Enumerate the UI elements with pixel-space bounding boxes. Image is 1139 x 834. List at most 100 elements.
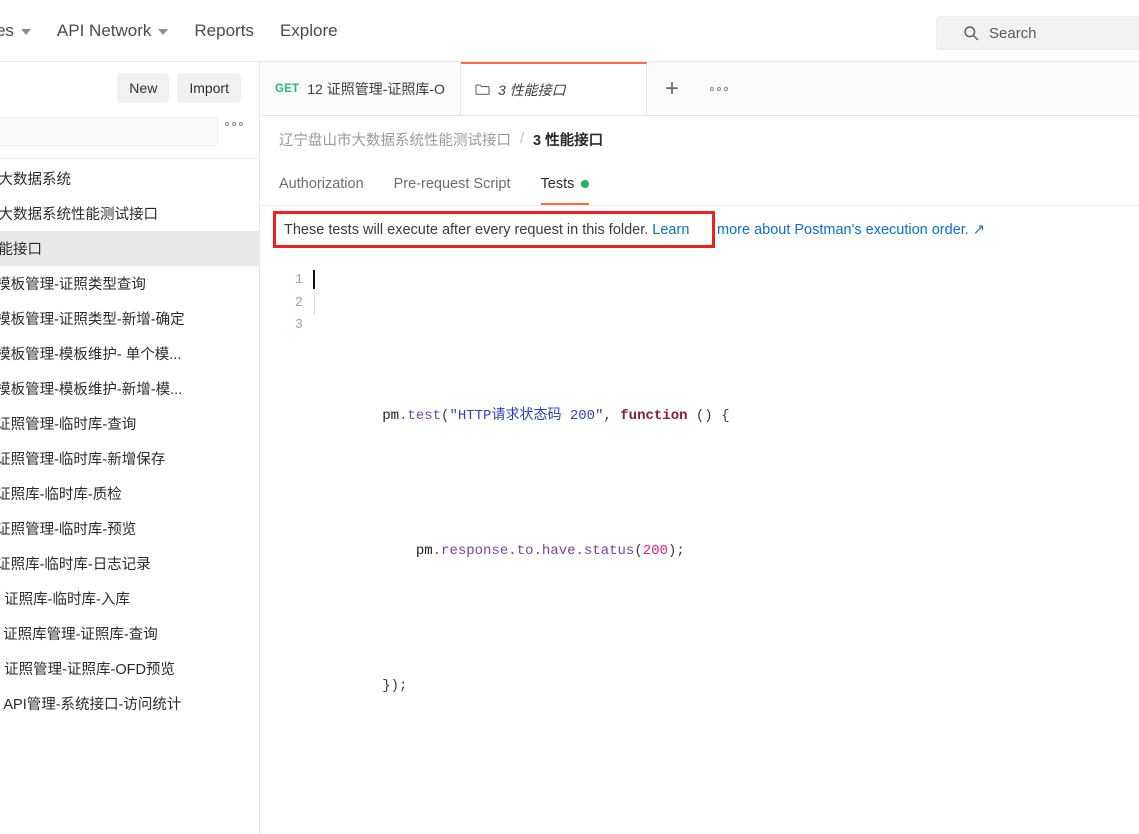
search-placeholder: Search — [989, 24, 1037, 42]
sidebar-item-label: 12 证照管理-证照库-OFD预览 — [0, 662, 175, 678]
main-content-area: GET 12 证照管理-证照库-OFD预 3 性能接口 + 辽宁盘山市大数据系统… — [261, 62, 1139, 834]
line-number: 1 — [294, 273, 303, 288]
code-token: .status — [575, 543, 635, 559]
code-token: () { — [687, 408, 730, 424]
sidebar-search-row — [0, 114, 259, 152]
nav-item-reports[interactable]: Reports — [194, 21, 254, 41]
nav-item-api-network[interactable]: API Network — [56, 20, 169, 41]
tab-tests-label: Tests — [540, 176, 575, 192]
nav-label-workspaces: aces — [0, 20, 14, 40]
new-tab-plus-icon[interactable]: + — [647, 62, 697, 115]
sidebar-item-4[interactable]: 2 模板管理-证照类型-新增-确定 — [0, 301, 259, 336]
editor-code-content[interactable]: pm.test("HTTP请求状态码 200", function () { p… — [313, 262, 1139, 834]
folder-sub-tabs: Authorization Pre-request Script Tests — [261, 162, 1139, 206]
sidebar-item-1[interactable]: 市大数据系统性能测试接口 — [0, 196, 259, 231]
sidebar-item-3[interactable]: 1 模板管理-证照类型查询 — [0, 266, 259, 301]
tab-folder-performance-active[interactable]: 3 性能接口 — [461, 62, 647, 115]
banner-link-continuation[interactable]: more about Postman's execution order. ↗ — [717, 211, 985, 248]
new-button[interactable]: New — [117, 73, 170, 103]
info-banner-zone: These tests will execute after every req… — [261, 206, 1139, 252]
sidebar-item-14[interactable]: 12 证照管理-证照库-OFD预览 — [0, 651, 259, 686]
tab-title-label: 12 证照管理-证照库-OFD预 — [307, 80, 446, 97]
sidebar-search-input[interactable] — [0, 117, 218, 146]
sidebar-item-12[interactable]: 10 证照库-临时库-入库 — [0, 581, 259, 616]
code-token: 200 — [642, 543, 668, 559]
indent-guide — [314, 292, 315, 314]
code-token: , — [603, 408, 621, 424]
code-token: ); — [667, 543, 685, 559]
nav-item-explore[interactable]: Explore — [280, 21, 338, 41]
text-cursor — [313, 270, 315, 289]
tab-title-label: 3 性能接口 — [498, 81, 566, 98]
nav-label-reports: Reports — [194, 20, 254, 40]
tab-authorization-label: Authorization — [279, 176, 364, 192]
chevron-down-icon — [20, 28, 31, 35]
editor-line-numbers: 1 2 3 — [261, 262, 313, 834]
nav-item-workspaces[interactable]: aces — [0, 21, 31, 41]
sidebar-item-9[interactable]: 7 证照库-临时库-质检 — [0, 476, 259, 511]
banner-link-start[interactable]: Learn — [652, 222, 689, 238]
sidebar-item-label: 3 模板管理-模板维护- 单个模... — [0, 347, 182, 363]
code-token: .have — [533, 543, 576, 559]
tab-authorization[interactable]: Authorization — [279, 176, 364, 205]
request-tab-bar: GET 12 证照管理-证照库-OFD预 3 性能接口 + — [261, 62, 1139, 116]
banner-message: These tests will execute after every req… — [284, 221, 649, 238]
line-number: 2 — [294, 295, 303, 311]
code-token: function — [620, 408, 688, 424]
sidebar-item-label: 1 模板管理-证照类型查询 — [0, 277, 146, 293]
code-line-3: }); — [313, 653, 1139, 721]
breadcrumb-separator: / — [520, 131, 525, 147]
top-navigation-bar: aces API Network Reports Explore Search — [0, 0, 1139, 62]
sidebar-item-label: 4 模板管理-模板维护-新增-模... — [0, 382, 183, 398]
tests-code-editor[interactable]: 1 2 3 pm.test("HTTP请求状态码 200", function … — [261, 262, 1139, 834]
import-button[interactable]: Import — [177, 73, 241, 103]
code-token: .response — [432, 543, 509, 559]
tab-method-label: GET — [275, 82, 300, 95]
tests-status-dot — [581, 180, 590, 188]
sidebar-item-7[interactable]: 5 证照管理-临时库-查询 — [0, 406, 259, 441]
sidebar-item-label: 13 API管理-系统接口-访问统计 — [0, 697, 182, 713]
sidebar-item-10[interactable]: 8 证照管理-临时库-预览 — [0, 511, 259, 546]
sidebar-item-13[interactable]: 11 证照库管理-证照库-查询 — [0, 616, 259, 651]
tab-tests[interactable]: Tests — [540, 176, 590, 205]
sidebar-item-label: 2 模板管理-证照类型-新增-确定 — [0, 312, 185, 328]
breadcrumb-parent[interactable]: 辽宁盘山市大数据系统性能测试接口 — [279, 129, 511, 150]
global-search-box[interactable]: Search — [936, 16, 1139, 50]
sidebar-item-label: 市大数据系统性能测试接口 — [0, 207, 158, 223]
sidebar-item-6[interactable]: 4 模板管理-模板维护-新增-模... — [0, 371, 259, 406]
code-token: .to — [508, 543, 534, 559]
sidebar-tree: 市大数据系统 市大数据系统性能测试接口 性能接口 1 模板管理-证照类型查询 2… — [0, 159, 259, 721]
code-token: pm — [382, 543, 433, 559]
sidebar-item-label: 9 证照库-临时库-日志记录 — [0, 557, 151, 573]
sidebar-item-8[interactable]: 6 证照管理-临时库-新增保存 — [0, 441, 259, 476]
sidebar-action-buttons: New Import — [0, 62, 259, 114]
code-token: pm — [382, 408, 400, 424]
tab-request-12[interactable]: GET 12 证照管理-证照库-OFD预 — [261, 62, 461, 115]
line-number: 3 — [294, 318, 303, 333]
tab-more-options-icon[interactable] — [697, 62, 741, 115]
sidebar-item-label: 5 证照管理-临时库-查询 — [0, 417, 137, 433]
code-token: }); — [382, 678, 408, 694]
nav-label-api-network: API Network — [56, 20, 152, 40]
code-token: ( — [634, 543, 643, 559]
chevron-down-icon — [158, 28, 169, 35]
sidebar-item-label: 11 证照库管理-证照库-查询 — [0, 627, 158, 643]
sidebar-item-2-selected[interactable]: 性能接口 — [0, 231, 259, 266]
code-line-2: pm.response.to.have.status(200); — [313, 518, 1139, 586]
code-token: .test — [399, 408, 442, 424]
sidebar-item-label: 6 证照管理-临时库-新增保存 — [0, 452, 166, 468]
sidebar-item-11[interactable]: 9 证照库-临时库-日志记录 — [0, 546, 259, 581]
code-line-1: pm.test("HTTP请求状态码 200", function () { — [313, 383, 1139, 451]
breadcrumb-current: 3 性能接口 — [533, 132, 604, 149]
tab-pre-request-script[interactable]: Pre-request Script — [394, 176, 511, 205]
tab-pre-request-script-label: Pre-request Script — [393, 176, 511, 192]
code-token: "HTTP请求状态码 200" — [449, 408, 604, 424]
sidebar: New Import 市大数据系统 市大数据系统性能测试接口 性能接口 1 模板… — [0, 62, 260, 834]
sidebar-item-0[interactable]: 市大数据系统 — [0, 161, 259, 196]
sidebar-item-15[interactable]: 13 API管理-系统接口-访问统计 — [0, 686, 259, 721]
breadcrumb: 辽宁盘山市大数据系统性能测试接口 / 3 性能接口 — [261, 116, 1139, 162]
sidebar-more-options-icon[interactable] — [225, 122, 243, 126]
sidebar-item-5[interactable]: 3 模板管理-模板维护- 单个模... — [0, 336, 259, 371]
sidebar-item-label: 市大数据系统 — [0, 172, 71, 188]
sidebar-item-label: 性能接口 — [0, 242, 42, 258]
